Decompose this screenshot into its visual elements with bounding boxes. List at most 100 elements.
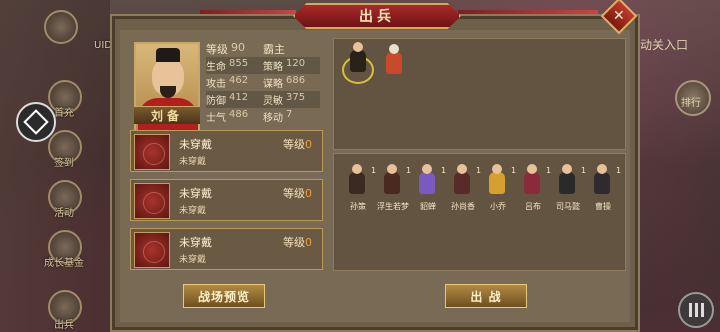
deployed-unit[interactable] [340, 42, 376, 84]
hero-hat [156, 48, 180, 62]
unit-body [559, 172, 575, 194]
equipment-slot-icon [134, 183, 170, 219]
hero-name: 刘备 [134, 106, 200, 124]
stat-cell: 攻击 462 [206, 75, 263, 90]
unit-head [389, 44, 399, 54]
stat-cell: 士气 486 [206, 109, 263, 124]
stat-cell: 移动 7 [263, 109, 320, 124]
stat-key: 士气 [206, 113, 226, 124]
stat-cell: 防御 412 [206, 92, 263, 107]
level-label: 等级 [206, 42, 228, 56]
stat-value: 375 [286, 92, 306, 103]
battlefield-preview-button[interactable]: 战场预览 [183, 284, 265, 308]
stat-row: 攻击 462 谋略 686 [206, 74, 320, 91]
unit-body [384, 172, 400, 194]
pause-bar-icon [700, 303, 704, 317]
equipment-level-label: 等级 [283, 138, 305, 151]
unit-head [352, 164, 362, 174]
sign-in-label: 签到 [54, 158, 74, 169]
hero-title: 霸主 [263, 41, 320, 57]
roster-unit[interactable]: 1 曹操 [587, 164, 621, 211]
floating-menu-button[interactable] [16, 102, 56, 142]
activity-label: 活动 [54, 208, 74, 219]
unit-body [419, 172, 435, 194]
equipment-level-label: 等级 [283, 187, 305, 200]
equipment-slot[interactable]: 未穿戴 等级0 未穿戴 [130, 228, 323, 270]
roster-unit[interactable]: 1 孙尚香 [447, 164, 481, 211]
stat-key: 生命 [206, 62, 226, 73]
deploy-button[interactable]: 出 战 [445, 284, 527, 308]
stat-cell: 灵敏 375 [263, 92, 320, 107]
unit-count: 1 [616, 166, 622, 175]
equipment-slot[interactable]: 未穿戴 等级0 未穿戴 [130, 179, 323, 221]
hero-title-text: 霸主 [263, 42, 285, 56]
equipment-name: 未穿戴 [179, 138, 212, 151]
unit-count: 1 [371, 166, 377, 175]
cube-icon [23, 109, 49, 135]
first-recharge-label: 首充 [54, 108, 74, 119]
equipment-level: 等级0 [283, 185, 312, 201]
title-ornament-left [200, 10, 296, 14]
unit-sprite [379, 44, 409, 80]
equipment-slot-icon [134, 232, 170, 268]
unit-body [386, 52, 402, 74]
unit-count: 1 [546, 166, 552, 175]
roster-unit[interactable]: 1 浮生若梦 [377, 164, 411, 211]
unit-count: 1 [441, 166, 447, 175]
equipment-level-value: 0 [305, 236, 312, 249]
stat-cell: 策略 120 [263, 58, 320, 73]
unit-head [562, 164, 572, 174]
equipment-level-value: 0 [305, 187, 312, 200]
stat-key: 灵敏 [263, 96, 283, 107]
stat-row: 防御 412 灵敏 375 [206, 91, 320, 108]
deployed-unit[interactable] [376, 42, 412, 84]
unit-sprite [343, 42, 373, 78]
unit-count: 1 [581, 166, 587, 175]
roster-unit[interactable]: 1 孙策 [342, 164, 376, 211]
equipment-level: 等级0 [283, 136, 312, 152]
stat-value: 855 [229, 58, 249, 69]
unit-head [597, 164, 607, 174]
dispatch-label: 出兵 [54, 320, 74, 331]
unit-head [527, 164, 537, 174]
unit-count: 1 [511, 166, 517, 175]
stat-row: 士气 486 移动 7 [206, 108, 320, 125]
stat-key: 移动 [263, 113, 283, 124]
title-ornament-right [458, 10, 598, 14]
pause-menu-button[interactable] [678, 292, 714, 328]
stat-value: 7 [286, 109, 293, 120]
stat-cell: 谋略 686 [263, 75, 320, 90]
pause-bar-icon [688, 303, 692, 317]
unit-head [457, 164, 467, 174]
ranking-label: 排行 [681, 98, 701, 109]
roster-unit[interactable]: 1 小乔 [482, 164, 516, 211]
roster-unit[interactable]: 1 貂蝉 [412, 164, 446, 211]
equipment-name: 未穿戴 [179, 236, 212, 249]
unit-body [454, 172, 470, 194]
hero-level: 等级 90 [206, 41, 263, 57]
growth-fund-label: 成长基金 [44, 258, 84, 269]
hero-beard [160, 86, 176, 98]
level-value: 90 [231, 40, 245, 54]
stat-row-header: 等级 90 霸主 [206, 40, 320, 57]
unit-name: 曹操 [595, 202, 611, 211]
stat-key: 谋略 [263, 79, 283, 90]
equipment-status: 未穿戴 [179, 255, 207, 265]
avatar[interactable] [44, 10, 78, 44]
equipment-level-value: 0 [305, 138, 312, 151]
stat-value: 486 [229, 109, 249, 120]
stat-row: 生命 855 策略 120 [206, 57, 320, 74]
stat-value: 120 [286, 58, 306, 69]
close-icon: ✕ [613, 7, 625, 24]
unit-body [524, 172, 540, 194]
stat-key: 攻击 [206, 79, 226, 90]
equipment-slot[interactable]: 未穿戴 等级0 未穿戴 [130, 130, 323, 172]
unit-body [349, 172, 365, 194]
pause-bar-icon [694, 303, 698, 317]
unit-body [350, 50, 366, 72]
equipment-status: 未穿戴 [179, 206, 207, 216]
stat-cell: 生命 855 [206, 58, 263, 73]
stat-key: 策略 [263, 62, 283, 73]
roster-unit[interactable]: 1 吕布 [517, 164, 551, 211]
roster-unit[interactable]: 1 司马懿 [552, 164, 586, 211]
